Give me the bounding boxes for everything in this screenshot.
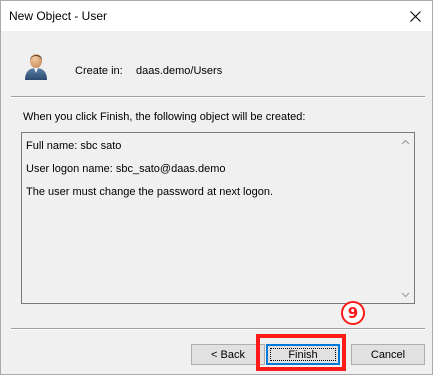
summary-line-logon-name: User logon name: sbc_sato@daas.demo	[26, 163, 226, 175]
header-area: Create in: daas.demo/Users	[1, 31, 432, 96]
summary-description: When you click Finish, the following obj…	[23, 111, 306, 123]
cancel-button[interactable]: Cancel	[351, 344, 425, 365]
focus-rectangle	[270, 348, 336, 361]
create-in-label: Create in:	[75, 65, 123, 77]
header-separator	[11, 96, 425, 98]
new-object-user-dialog: New Object - User Create in: daas.demo/U…	[0, 0, 433, 375]
create-in-path: daas.demo/Users	[136, 65, 223, 77]
summary-line-full-name: Full name: sbc sato	[26, 140, 122, 152]
finish-button[interactable]: Finish	[266, 344, 340, 365]
window-title: New Object - User	[9, 9, 108, 23]
annotation-step-badge: 9	[341, 301, 365, 325]
user-icon	[25, 54, 47, 80]
summary-textbox[interactable]: Full name: sbc sato User logon name: sbc…	[21, 132, 415, 304]
summary-line-password: The user must change the password at nex…	[26, 186, 274, 198]
vertical-scrollbar[interactable]	[397, 133, 414, 303]
scroll-up-button[interactable]	[397, 133, 414, 150]
close-button[interactable]	[404, 5, 426, 27]
scroll-down-button[interactable]	[397, 286, 414, 303]
chevron-down-icon	[401, 292, 410, 297]
footer-separator	[11, 328, 425, 330]
back-button[interactable]: < Back	[191, 344, 265, 365]
summary-content: Full name: sbc sato User logon name: sbc…	[26, 139, 394, 208]
title-bar: New Object - User	[1, 1, 432, 31]
close-icon	[409, 10, 421, 22]
chevron-up-icon	[401, 139, 410, 144]
